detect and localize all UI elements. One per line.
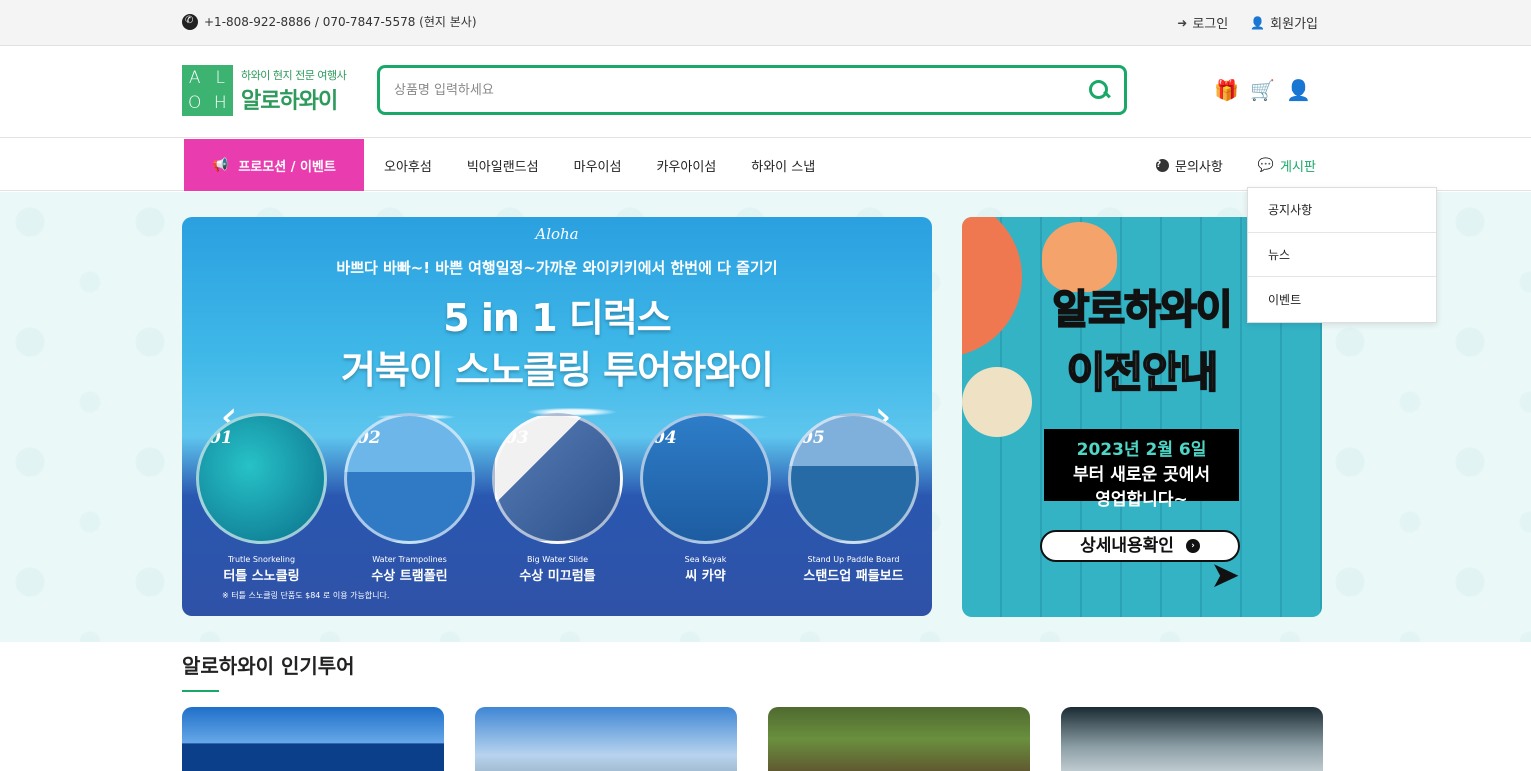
tour-cards	[182, 707, 1323, 771]
pointer-icon: ➤	[1210, 555, 1241, 596]
person-icon: 👤	[1250, 15, 1266, 30]
phone-icon	[182, 13, 198, 30]
inquiry-label: 문의사항	[1175, 160, 1223, 175]
cart-icon[interactable]: 🛒	[1250, 79, 1275, 101]
activity-en: Big Water Slide	[526, 555, 589, 564]
logo-mark: A L O H	[182, 65, 233, 116]
board-dropdown: 공지사항 뉴스 이벤트	[1247, 187, 1437, 323]
activity-labels: Trutle Snorkeling 터틀 스노클링 Water Trampolin…	[196, 555, 919, 584]
tour-card[interactable]	[475, 707, 737, 771]
banner-subtitle: 바쁘다 바빠~! 바쁜 여행일정~가까운 와이키키에서 한번에 다 즐기기	[336, 259, 778, 277]
nav-item-oahu[interactable]: 오아후섬	[384, 156, 432, 175]
inquiry-link[interactable]: ? 문의사항	[1156, 156, 1223, 175]
banner-note: ※ 터틀 스노클링 단품도 $84 로 이용 가능합니다.	[222, 591, 390, 600]
activity-ko: 터틀 스노클링	[223, 569, 300, 584]
detail-button-label: 상세내용확인	[1080, 536, 1174, 556]
top-bar: +1-808-922-8886 / 070-7847-5578 (현지 본사) …	[0, 0, 1531, 46]
section-underline	[182, 690, 219, 692]
search-input[interactable]	[394, 82, 1088, 98]
header: A L O H 하와이 현지 전문 여행사 알로하와이 🎁 🛒 👤	[0, 46, 1531, 138]
activity-ko: 수상 미끄럼틀	[519, 569, 596, 584]
search-box	[377, 65, 1127, 115]
nav-item-big-island[interactable]: 빅아일랜드섬	[467, 156, 539, 175]
activity-label: Sea Kayak 씨 카약	[640, 555, 771, 584]
chat-icon: 💬	[1257, 158, 1275, 173]
signup-label: 회원가입	[1270, 17, 1318, 32]
header-icons: 🎁 🛒 👤	[1214, 79, 1311, 101]
logo-letter: H	[213, 93, 227, 114]
tour-card[interactable]	[182, 707, 444, 771]
activity-number: 05	[801, 428, 825, 448]
side-notice-box: 2023년 2월 6일 부터 새로운 곳에서 영업합니다~	[1044, 429, 1239, 510]
activity-ko: 수상 트램폴린	[371, 569, 448, 584]
nav-item-maui[interactable]: 마우이섬	[574, 156, 622, 175]
top-links: ➜ 로그인 👤 회원가입	[1177, 13, 1318, 33]
user-icon[interactable]: 👤	[1286, 79, 1311, 101]
logo-title: 알로하와이	[241, 88, 338, 114]
arrow-right-icon: ›	[1185, 539, 1200, 553]
phone-info: +1-808-922-8886 / 070-7847-5578 (현지 본사)	[182, 13, 477, 30]
nav-item-snap[interactable]: 하와이 스냅	[751, 156, 815, 175]
banner-aloha: Aloha	[535, 225, 579, 243]
activity-label: Trutle Snorkeling 터틀 스노클링	[196, 555, 327, 584]
board-link[interactable]: 💬 게시판	[1258, 156, 1316, 175]
logo-letter: L	[215, 67, 225, 88]
logo-letter: O	[188, 93, 202, 114]
logo-letter: A	[188, 67, 201, 88]
side-line-b: 영업합니다~	[1095, 490, 1188, 510]
nav-right: ? 문의사항 💬 게시판	[1156, 156, 1316, 175]
tour-card[interactable]	[768, 707, 1030, 771]
activity-ko: 스탠드업 패들보드	[803, 569, 904, 584]
banner-title-2: 거북이 스노클링 투어하와이	[341, 348, 774, 392]
signup-link[interactable]: 👤 회원가입	[1250, 13, 1318, 33]
dropdown-item-notice[interactable]: 공지사항	[1248, 188, 1436, 233]
activity-photo: 03	[492, 413, 623, 544]
activity-photo: 04	[640, 413, 771, 544]
activity-label: Water Trampolines 수상 트램폴린	[344, 555, 475, 584]
activity-label: Big Water Slide 수상 미끄럼틀	[492, 555, 623, 584]
tour-card[interactable]	[1061, 707, 1323, 771]
activity-en: Trutle Snorkeling	[227, 555, 296, 564]
logo[interactable]: A L O H 하와이 현지 전문 여행사 알로하와이	[182, 65, 347, 116]
activity-ko: 씨 카약	[685, 569, 726, 584]
login-link[interactable]: ➜ 로그인	[1177, 13, 1229, 33]
dropdown-item-news[interactable]: 뉴스	[1248, 233, 1436, 277]
activity-en: Sea Kayak	[684, 555, 727, 564]
activity-photos: 01 02 03 04 05	[196, 413, 919, 544]
login-icon: ➜	[1177, 15, 1188, 30]
section-title: 알로하와이 인기투어	[182, 654, 355, 678]
activity-photo: 02	[344, 413, 475, 544]
activity-number: 03	[505, 428, 529, 448]
banner-title-1: 5 in 1 디럭스	[443, 296, 672, 340]
activity-number: 04	[653, 428, 677, 448]
activity-en: Water Trampolines	[372, 555, 447, 564]
nav-item-kauai[interactable]: 카우아이섬	[656, 156, 716, 175]
login-label: 로그인	[1192, 17, 1229, 32]
activity-label: Stand Up Paddle Board 스탠드업 패들보드	[788, 555, 919, 584]
nav-menu: 오아후섬 빅아일랜드섬 마우이섬 카우아이섬 하와이 스냅	[384, 156, 815, 175]
activity-en: Stand Up Paddle Board	[807, 555, 900, 564]
activity-photo: 01	[196, 413, 327, 544]
main-banner[interactable]: Aloha 바쁘다 바빠~! 바쁜 여행일정~가까운 와이키키에서 한번에 다 …	[182, 217, 932, 616]
side-title-2: 이전안내	[1066, 347, 1220, 398]
gift-icon[interactable]: 🎁	[1214, 79, 1239, 101]
activity-photo: 05	[788, 413, 919, 544]
logo-text: 하와이 현지 전문 여행사 알로하와이	[241, 67, 347, 115]
megaphone-icon: 📢	[212, 157, 229, 173]
phone-text: +1-808-922-8886 / 070-7847-5578 (현지 본사)	[204, 15, 477, 29]
activity-number: 02	[357, 428, 381, 448]
promo-button[interactable]: 📢 프로모션 / 이벤트	[184, 139, 364, 191]
board-label: 게시판	[1280, 160, 1316, 175]
dropdown-item-event[interactable]: 이벤트	[1248, 277, 1436, 322]
logo-subtitle: 하와이 현지 전문 여행사	[241, 68, 347, 82]
search-icon[interactable]	[1088, 79, 1110, 101]
activity-number: 01	[209, 428, 233, 448]
question-icon: ?	[1156, 159, 1169, 172]
side-date: 2023년 2월 6일	[1076, 440, 1207, 460]
side-line-a: 부터 새로운 곳에서	[1073, 465, 1210, 485]
promo-label: 프로모션 / 이벤트	[238, 159, 336, 175]
main-nav: 📢 프로모션 / 이벤트 오아후섬 빅아일랜드섬 마우이섬 카우아이섬 하와이 …	[0, 138, 1531, 191]
